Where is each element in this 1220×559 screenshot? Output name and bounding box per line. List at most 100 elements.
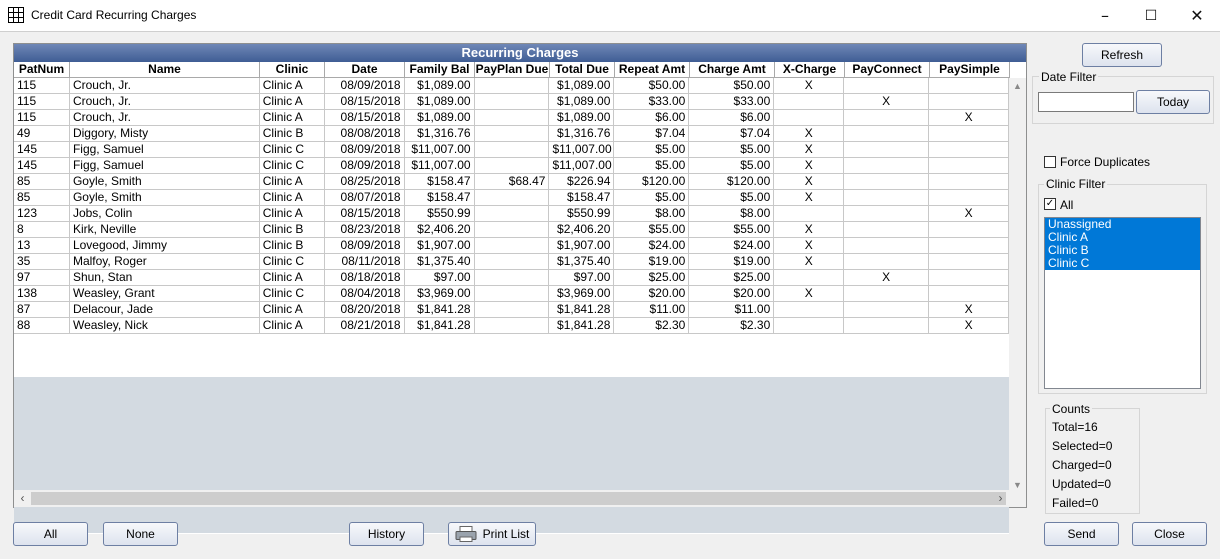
table-cell xyxy=(929,238,1010,253)
today-button[interactable]: Today xyxy=(1136,90,1210,114)
table-cell: $226.94 xyxy=(549,174,615,189)
column-header[interactable]: Total Due xyxy=(550,62,615,77)
column-header[interactable]: Clinic xyxy=(260,62,325,77)
table-cell: $1,089.00 xyxy=(405,78,475,93)
column-header[interactable]: Date xyxy=(325,62,405,77)
close-button[interactable]: Close xyxy=(1132,522,1207,546)
table-row[interactable]: 49 Diggory, Misty Clinic B 08/08/2018 $1,316… xyxy=(14,126,1010,142)
table-row[interactable]: 138 Weasley, Grant Clinic C 08/04/2018 $3,96… xyxy=(14,286,1010,302)
send-button[interactable]: Send xyxy=(1044,522,1119,546)
vertical-scrollbar[interactable]: ▲ ▼ xyxy=(1009,78,1026,494)
table-cell: Jobs, Colin xyxy=(70,206,260,221)
history-button[interactable]: History xyxy=(349,522,424,546)
clinic-list-item[interactable]: Clinic C xyxy=(1045,257,1200,270)
table-cell: Kirk, Neville xyxy=(70,222,260,237)
grid-header: PatNum Name Clinic Date Family Bal PayPlan Du… xyxy=(14,62,1010,78)
table-cell: $1,089.00 xyxy=(549,78,615,93)
table-cell: X xyxy=(774,238,845,253)
horizontal-scroll-thumb[interactable] xyxy=(31,492,1006,505)
table-row[interactable]: 13 Lovegood, Jimmy Clinic B 08/09/2018 $1,90… xyxy=(14,238,1010,254)
print-list-label: Print List xyxy=(482,527,530,541)
recurring-charges-grid: Recurring Charges PatNum Name Clinic Date Fa… xyxy=(13,43,1027,534)
minimize-button[interactable]: – xyxy=(1082,0,1128,31)
table-cell: 85 xyxy=(14,190,70,205)
column-header[interactable]: PatNum xyxy=(14,62,70,77)
table-cell: 87 xyxy=(14,302,70,317)
table-cell xyxy=(774,270,845,285)
table-row[interactable]: 85 Goyle, Smith Clinic A 08/07/2018 $158.47 $… xyxy=(14,190,1010,206)
table-cell: 08/15/2018 xyxy=(325,94,405,109)
refresh-button[interactable]: Refresh xyxy=(1082,43,1162,67)
table-cell: $550.99 xyxy=(549,206,615,221)
column-header[interactable]: PayPlan Due xyxy=(475,62,550,77)
table-cell xyxy=(929,174,1010,189)
all-clinics-checkbox[interactable]: ✓ xyxy=(1044,198,1056,210)
table-cell: Weasley, Grant xyxy=(70,286,260,301)
table-cell xyxy=(475,286,550,301)
table-cell: 115 xyxy=(14,78,70,93)
column-header[interactable]: X-Charge xyxy=(775,62,845,77)
table-row[interactable]: 115 Crouch, Jr. Clinic A 08/15/2018 $1,089.0… xyxy=(14,94,1010,110)
table-cell xyxy=(475,238,550,253)
column-header[interactable]: Repeat Amt xyxy=(615,62,690,77)
select-all-button[interactable]: All xyxy=(13,522,88,546)
table-cell: $24.00 xyxy=(689,238,775,253)
table-cell: 97 xyxy=(14,270,70,285)
maximize-button[interactable]: ☐ xyxy=(1128,0,1174,31)
table-cell xyxy=(774,94,845,109)
column-header[interactable]: Family Bal xyxy=(405,62,475,77)
table-cell: 115 xyxy=(14,110,70,125)
column-header[interactable]: Name xyxy=(70,62,260,77)
table-cell: $24.00 xyxy=(614,238,690,253)
table-cell: 8 xyxy=(14,222,70,237)
table-cell: X xyxy=(774,190,845,205)
table-cell: $5.00 xyxy=(689,158,775,173)
table-cell: Goyle, Smith xyxy=(70,174,260,189)
table-row[interactable]: 115 Crouch, Jr. Clinic A 08/09/2018 $1,089.0… xyxy=(14,78,1010,94)
table-cell: Clinic A xyxy=(260,270,325,285)
table-cell: Lovegood, Jimmy xyxy=(70,238,260,253)
table-cell: $33.00 xyxy=(689,94,775,109)
scroll-up-icon[interactable]: ▲ xyxy=(1009,78,1026,95)
table-cell xyxy=(929,270,1010,285)
table-cell xyxy=(844,158,930,173)
scroll-right-icon[interactable]: › xyxy=(992,490,1009,507)
table-cell: X xyxy=(929,206,1010,221)
table-cell: $1,841.28 xyxy=(405,302,475,317)
table-cell: $55.00 xyxy=(614,222,690,237)
date-filter-input[interactable] xyxy=(1038,92,1134,112)
table-cell: $55.00 xyxy=(689,222,775,237)
table-row[interactable]: 145 Figg, Samuel Clinic C 08/09/2018 $11,007… xyxy=(14,158,1010,174)
column-header[interactable]: PayConnect xyxy=(845,62,930,77)
table-cell: $11,007.00 xyxy=(405,142,475,157)
column-header[interactable]: PaySimple xyxy=(930,62,1010,77)
select-none-button[interactable]: None xyxy=(103,522,178,546)
table-row[interactable]: 8 Kirk, Neville Clinic B 08/23/2018 $2,406.2… xyxy=(14,222,1010,238)
table-cell: 115 xyxy=(14,94,70,109)
close-window-button[interactable]: ✕ xyxy=(1174,0,1220,31)
table-cell xyxy=(929,254,1010,269)
table-cell: $2,406.20 xyxy=(405,222,475,237)
column-header[interactable]: Charge Amt xyxy=(690,62,775,77)
table-cell: 08/07/2018 xyxy=(325,190,405,205)
clinic-listbox[interactable]: Unassigned Clinic A Clinic B Clinic C xyxy=(1044,217,1201,389)
table-cell: $2.30 xyxy=(689,318,775,333)
table-row[interactable]: 145 Figg, Samuel Clinic C 08/09/2018 $11,007… xyxy=(14,142,1010,158)
table-cell: $2,406.20 xyxy=(549,222,615,237)
table-row[interactable]: 85 Goyle, Smith Clinic A 08/25/2018 $158.47 $… xyxy=(14,174,1010,190)
table-cell xyxy=(475,270,550,285)
print-list-button[interactable]: Print List xyxy=(448,522,536,546)
table-cell xyxy=(844,206,930,221)
horizontal-scrollbar[interactable]: ‹ › xyxy=(14,490,1026,507)
table-cell xyxy=(475,302,550,317)
table-cell: 08/09/2018 xyxy=(325,158,405,173)
scroll-left-icon[interactable]: ‹ xyxy=(14,490,31,507)
table-row[interactable]: 87 Delacour, Jade Clinic A 08/20/2018 $1,841… xyxy=(14,302,1010,318)
table-row[interactable]: 97 Shun, Stan Clinic A 08/18/2018 $97.00 $97.… xyxy=(14,270,1010,286)
table-row[interactable]: 115 Crouch, Jr. Clinic A 08/15/2018 $1,089.0… xyxy=(14,110,1010,126)
force-duplicates-checkbox[interactable] xyxy=(1044,156,1056,168)
table-row[interactable]: 88 Weasley, Nick Clinic A 08/21/2018 $1,841.… xyxy=(14,318,1010,334)
table-row[interactable]: 123 Jobs, Colin Clinic A 08/15/2018 $550.99 $… xyxy=(14,206,1010,222)
table-row[interactable]: 35 Malfoy, Roger Clinic C 08/11/2018 $1,375.… xyxy=(14,254,1010,270)
window-title: Credit Card Recurring Charges xyxy=(31,8,197,22)
